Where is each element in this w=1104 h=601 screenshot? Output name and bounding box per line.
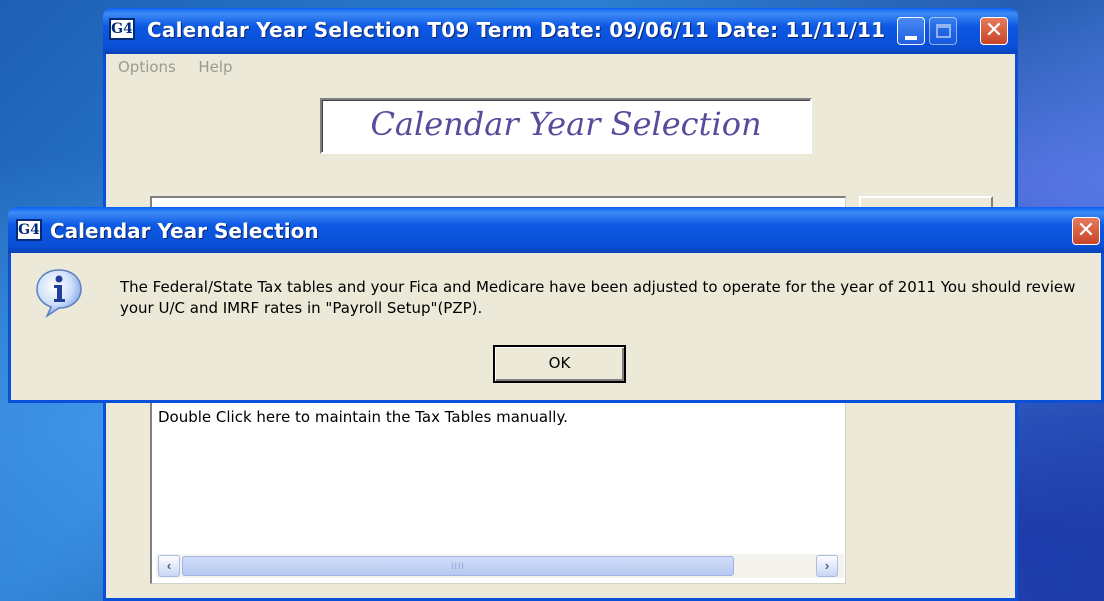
scroll-left-arrow-icon[interactable]: ‹	[158, 555, 180, 577]
page-title-banner: Calendar Year Selection	[320, 98, 812, 154]
ok-button[interactable]: OK	[493, 345, 626, 383]
message-dialog: G4 Calendar Year Selection ✕ The Federal…	[8, 207, 1104, 403]
dialog-app-icon: G4	[16, 219, 42, 241]
close-icon: ✕	[984, 18, 1004, 43]
dialog-title: Calendar Year Selection	[50, 219, 319, 243]
close-icon: ✕	[1076, 218, 1096, 243]
menu-help[interactable]: Help	[198, 54, 232, 76]
horizontal-scrollbar[interactable]: ‹ IIII ›	[156, 554, 844, 578]
maximize-button	[929, 17, 957, 45]
info-icon	[36, 269, 82, 319]
scroll-thumb[interactable]: IIII	[182, 556, 734, 576]
dialog-title-bar[interactable]: G4 Calendar Year Selection ✕	[8, 207, 1104, 253]
app-icon: G4	[109, 18, 135, 40]
maximize-icon	[936, 24, 951, 38]
close-button[interactable]: ✕	[980, 17, 1008, 45]
minimize-button[interactable]	[897, 17, 925, 45]
page-title: Calendar Year Selection	[370, 105, 762, 143]
main-window-title: Calendar Year Selection T09 Term Date: 0…	[147, 18, 886, 42]
list-item[interactable]: Double Click here to maintain the Tax Ta…	[158, 408, 568, 426]
dialog-message: The Federal/State Tax tables and your Fi…	[120, 278, 1076, 317]
menu-bar: Options Help	[106, 54, 1015, 80]
main-title-bar[interactable]: G4 Calendar Year Selection T09 Term Date…	[103, 8, 1018, 54]
minimize-icon	[905, 36, 917, 40]
menu-options[interactable]: Options	[118, 54, 176, 76]
scroll-right-arrow-icon[interactable]: ›	[816, 555, 838, 577]
dialog-close-button[interactable]: ✕	[1072, 217, 1100, 245]
